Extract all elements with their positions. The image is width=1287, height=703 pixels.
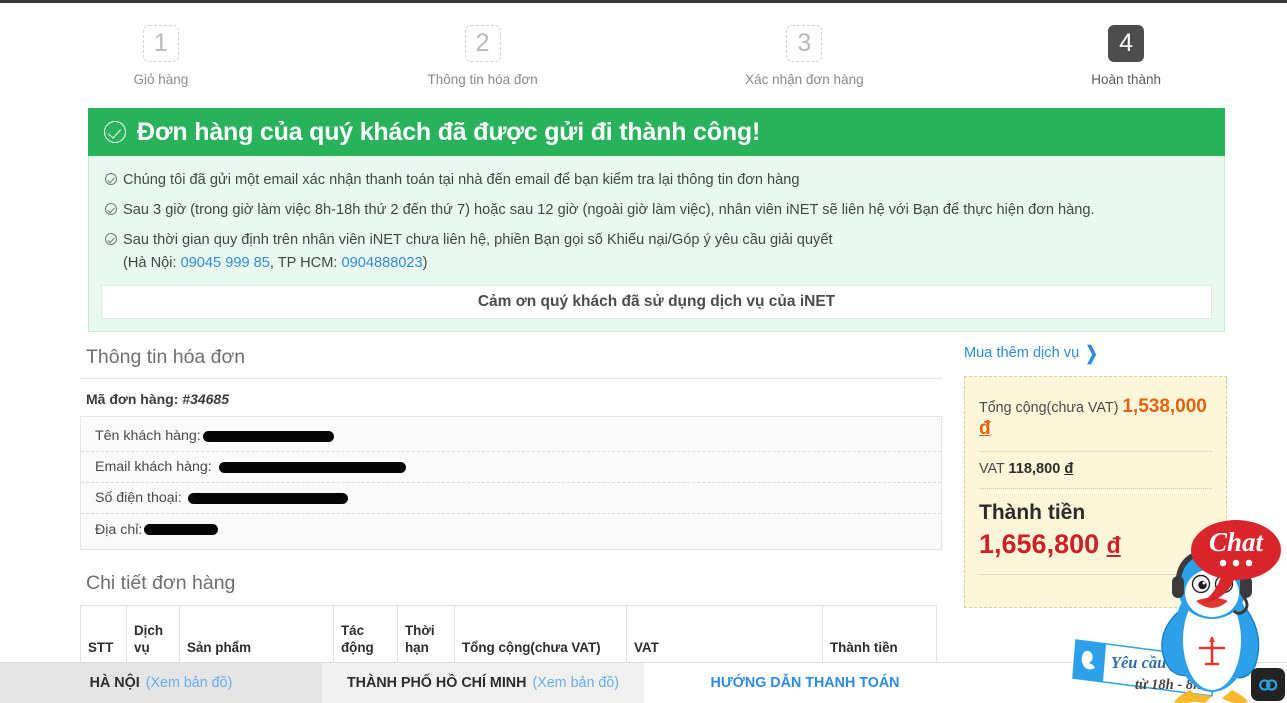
subtotal-row: Tổng cộng(chưa VAT) 1,538,000 đ [979, 387, 1212, 452]
col-stt: STT [80, 605, 127, 666]
step-3-number: 3 [786, 25, 823, 62]
success-alert: Đơn hàng của quý khách đã được gửi đi th… [88, 108, 1225, 332]
customer-row-name: Tên khách hàng: [81, 421, 941, 452]
alert-line-3-suffix: ) [422, 254, 428, 271]
tab-hanoi-label: HÀ NỘI [89, 675, 140, 691]
alert-line-3-mid: , TP HCM: [269, 254, 342, 271]
col-service: Dịch vụ [126, 605, 180, 666]
step-1-number: 1 [142, 25, 179, 62]
alert-line-1-text: Chúng tôi đã gửi một email xác nhận than… [123, 172, 800, 188]
alert-line-1: Chúng tôi đã gửi một email xác nhận than… [101, 169, 1212, 191]
step-1[interactable]: 1 Giỏ hàng [0, 3, 322, 100]
customer-email-label: Email khách hàng: [95, 459, 212, 475]
col-duration: Thời hạn [397, 605, 455, 666]
order-code: Mã đơn hàng: #34685 [80, 379, 942, 416]
bottom-tab-bar: HÀ NỘI (Xem bản đồ) THÀNH PHỐ HỒ CHÍ MIN… [0, 662, 1287, 703]
order-code-label: Mã đơn hàng: [86, 391, 183, 407]
customer-row-phone: Số điện thoại: [81, 483, 941, 514]
order-detail-title: Chi tiết đơn hàng [86, 572, 236, 594]
success-alert-body: Chúng tôi đã gửi một email xác nhận than… [88, 156, 1225, 332]
customer-name-value-redacted [202, 430, 334, 442]
vat-label: VAT [979, 461, 1005, 477]
tab-hanoi-map-link[interactable]: (Xem bản đồ) [146, 675, 233, 691]
customer-address-value-redacted [144, 524, 219, 535]
currency-symbol: đ [1064, 461, 1074, 477]
price-box-footer [979, 575, 1212, 589]
step-4[interactable]: 4 Hoàn thành [965, 3, 1287, 100]
customer-address-label: Địa chỉ: [95, 521, 143, 538]
check-circle-small-icon [105, 203, 117, 216]
order-code-value: #34685 [182, 391, 229, 407]
table-header-row: STT Dịch vụ Sản phẩm Tác động Thời hạn T… [80, 605, 937, 666]
total-row: 1,656,800 đ [979, 525, 1212, 574]
success-alert-header: Đơn hàng của quý khách đã được gửi đi th… [88, 108, 1225, 156]
step-2[interactable]: 2 Thông tin hóa đơn [322, 3, 644, 100]
col-total: Thành tiền [822, 605, 937, 666]
invoice-section-title: Thông tin hóa đơn [80, 338, 942, 379]
price-box: Tổng cộng(chưa VAT) 1,538,000 đ VAT 118,… [964, 376, 1227, 608]
link-chain-button[interactable] [1251, 668, 1285, 701]
check-circle-icon [104, 121, 126, 143]
vat-value: 118,800 [1008, 461, 1061, 477]
step-4-label: Hoàn thành [1091, 72, 1162, 87]
customer-name-label: Tên khách hàng: [95, 428, 201, 444]
phone-hanoi-link[interactable]: 09045 999 85 [181, 255, 270, 271]
total-value: 1,656,800 [979, 529, 1100, 559]
step-1-label: Giỏ hàng [133, 72, 189, 87]
tab-payment-guide-label: HƯỚNG DẪN THANH TOÁN [710, 675, 900, 691]
alert-line-3-text: Sau thời gian quy định trên nhân viên iN… [123, 232, 833, 249]
tab-payment-guide[interactable]: HƯỚNG DẪN THANH TOÁN [644, 663, 966, 703]
check-circle-small-icon [105, 173, 117, 185]
step-3[interactable]: 3 Xác nhận đơn hàng [644, 3, 966, 100]
link-chain-icon [1259, 678, 1278, 691]
alert-line-3: Sau thời gian quy định trên nhân viên iN… [101, 229, 1212, 273]
vat-row: VAT 118,800 đ [979, 452, 1212, 489]
customer-row-address: Địa chỉ: [81, 514, 941, 545]
step-2-number: 2 [464, 25, 501, 62]
step-2-label: Thông tin hóa đơn [427, 72, 538, 87]
customer-email-value-redacted [218, 461, 406, 473]
tab-hanoi[interactable]: HÀ NỘI (Xem bản đồ) [0, 663, 322, 703]
col-product: Sản phẩm [179, 605, 334, 666]
total-label: Thành tiền [979, 501, 1086, 524]
buy-more-label: Mua thêm dịch vụ [964, 345, 1080, 361]
customer-info-table: Tên khách hàng: Email khách hàng: Số điệ… [80, 416, 942, 550]
step-4-number: 4 [1108, 25, 1145, 62]
buy-more-services-link[interactable]: Mua thêm dịch vụ ❯ [964, 343, 1098, 365]
invoice-section: Thông tin hóa đơn Mã đơn hàng: #34685 Tê… [80, 338, 942, 678]
alert-line-2-text: Sau 3 giờ (trong giờ làm việc 8h-18h thứ… [123, 202, 1095, 219]
phone-hcm-link[interactable]: 0904888023 [342, 255, 423, 271]
step-3-label: Xác nhận đơn hàng [745, 72, 864, 87]
checkout-steps: 1 Giỏ hàng 2 Thông tin hóa đơn 3 Xác nhậ… [0, 3, 1287, 100]
tab-hochiminh-map-link[interactable]: (Xem bản đồ) [532, 675, 619, 691]
check-circle-small-icon [105, 233, 117, 246]
order-summary: Mua thêm dịch vụ ❯ Tổng cộng(chưa VAT) 1… [964, 343, 1227, 608]
customer-phone-value-redacted [187, 492, 348, 504]
subtotal-value: 1,538,000 [1122, 396, 1207, 417]
subtotal-label: Tổng cộng(chưa VAT) [979, 400, 1119, 416]
success-alert-title: Đơn hàng của quý khách đã được gửi đi th… [137, 117, 761, 146]
customer-row-email: Email khách hàng: [81, 452, 941, 483]
alert-line-2: Sau 3 giờ (trong giờ làm việc 8h-18h thứ… [101, 199, 1212, 221]
tab-hochiminh-label: THÀNH PHỐ HỒ CHÍ MINH [346, 675, 527, 691]
col-subtotal: Tổng cộng(chưa VAT) [454, 605, 627, 666]
currency-symbol: đ [979, 418, 991, 439]
col-action: Tác động [333, 605, 398, 666]
tab-hochiminh[interactable]: THÀNH PHỐ HỒ CHÍ MINH (Xem bản đồ) [322, 663, 644, 703]
chevron-right-icon: ❯ [1085, 343, 1098, 365]
customer-phone-label: Số điện thoại: [95, 490, 182, 506]
col-vat: VAT [626, 605, 823, 666]
thank-you-box: Cảm ơn quý khách đã sử dụng dịch vụ của … [101, 284, 1212, 319]
alert-line-3-prefix: (Hà Nội: [123, 254, 181, 271]
currency-symbol: đ [1106, 532, 1121, 558]
